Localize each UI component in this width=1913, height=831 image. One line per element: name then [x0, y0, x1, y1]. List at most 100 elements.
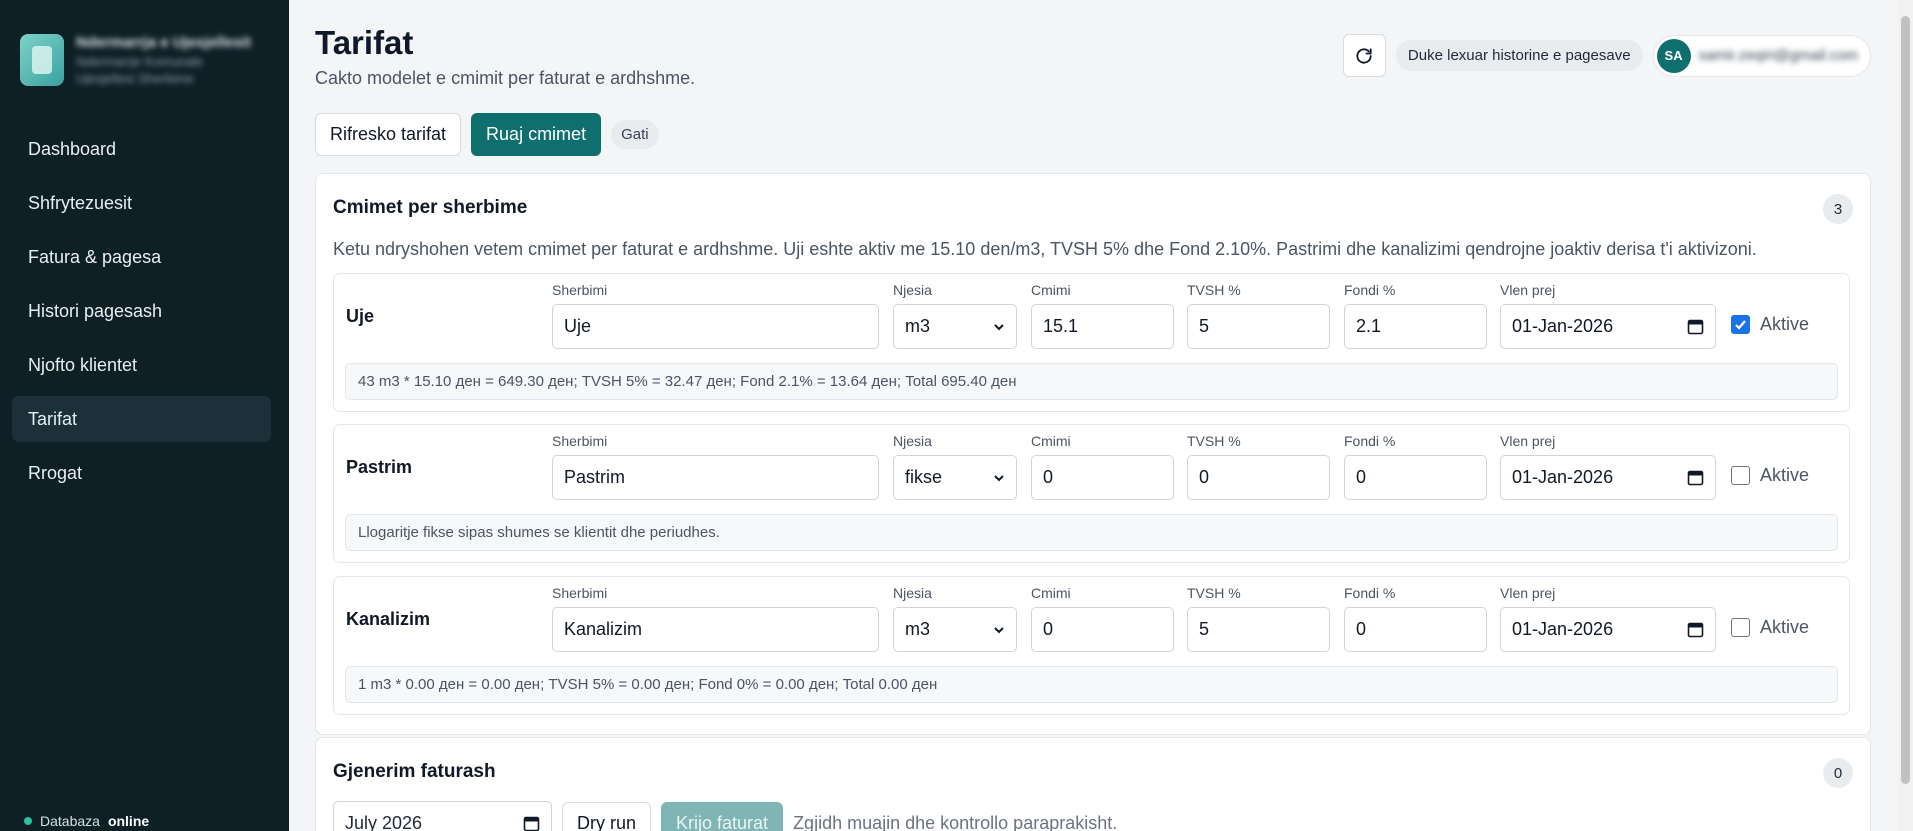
user-email: samir.zeqiri@gmail.com [1698, 47, 1858, 64]
fund-field: Fondi % 2.1 [1344, 282, 1487, 349]
price-input[interactable]: 0 [1031, 607, 1174, 652]
fund-input[interactable]: 0 [1344, 607, 1487, 652]
input-value: Pastrim [564, 467, 626, 487]
valid-from-field: Vlen prej 01-Jan-2026 [1500, 585, 1716, 652]
calendar-icon[interactable] [1687, 621, 1704, 638]
brand-name: Ndermarrja e Ujesjellesit [76, 34, 252, 51]
input-value: Uje [564, 316, 592, 336]
input-value: 0 [1356, 619, 1367, 639]
service-field: Sherbimi Uje [552, 282, 879, 349]
database-state: online [107, 813, 150, 829]
sidebar-item-salaries[interactable]: Rrogat [12, 450, 271, 496]
valid-from-field: Vlen prej 01-Jan-2026 [1500, 433, 1716, 500]
service-row-sewage: Kanalizim Sherbimi Kanalizim Njesia m3 C… [333, 576, 1850, 715]
save-prices-button[interactable]: Ruaj cmimet [471, 113, 602, 156]
input-value: 0 [1356, 467, 1367, 487]
calendar-icon[interactable] [1687, 318, 1704, 335]
page-subtitle: Cakto modelet e cmimit per faturat e ard… [315, 68, 696, 88]
sidebar-item-tariffs[interactable]: Tarifat [12, 396, 271, 442]
active-toggle[interactable]: Aktive [1731, 314, 1809, 335]
active-label: Aktive [1760, 314, 1810, 334]
service-name-input[interactable]: Kanalizim [552, 607, 879, 652]
scrollbar[interactable] [1898, 0, 1913, 831]
active-label: Aktive [1760, 465, 1810, 485]
active-checkbox[interactable] [1731, 618, 1750, 637]
input-value: Kanalizim [564, 619, 643, 639]
fund-input[interactable]: 0 [1344, 455, 1487, 500]
service-row-cleaning: Pastrim Sherbimi Pastrim Njesia fikse Cm… [333, 424, 1850, 563]
active-toggle[interactable]: Aktive [1731, 465, 1809, 486]
unit-select[interactable]: m3 [893, 304, 1017, 349]
vat-input[interactable]: 5 [1187, 607, 1330, 652]
field-label: Vlen prej [1500, 282, 1556, 298]
valid-from-date-input[interactable]: 01-Jan-2026 [1500, 455, 1716, 500]
user-menu[interactable]: SA samir.zeqiri@gmail.com [1652, 34, 1871, 77]
status-badge: Gati [611, 120, 659, 149]
active-toggle[interactable]: Aktive [1731, 617, 1809, 638]
brand-text: Ndermarrja e Ujesjellesit Ndermarrje Kom… [76, 34, 251, 86]
sidebar-item-notify-clients[interactable]: Njofto klientet [12, 342, 271, 388]
card-title: Cmimet per sherbime [333, 197, 528, 218]
vat-input[interactable]: 5 [1187, 304, 1330, 349]
active-checkbox[interactable] [1731, 315, 1750, 334]
reload-button[interactable] [1342, 34, 1386, 77]
unit-select[interactable]: m3 [893, 607, 1017, 652]
input-value: 5 [1199, 316, 1210, 336]
field-label: Njesia [893, 433, 932, 449]
field-label: Fondi % [1344, 433, 1396, 449]
field-label: Sherbimi [552, 585, 608, 601]
input-value: 0 [1043, 619, 1054, 639]
refresh-tariffs-button[interactable]: Rifresko tarifat [315, 113, 462, 156]
active-checkbox[interactable] [1731, 466, 1750, 485]
count-badge: 3 [1823, 194, 1853, 224]
field-label: Fondi % [1344, 585, 1396, 601]
invoice-generation-card: Gjenerim faturash 0 July 2026 Dry run Kr… [315, 737, 1871, 831]
calendar-icon[interactable] [523, 815, 540, 831]
fund-input[interactable]: 2.1 [1344, 304, 1487, 349]
sidebar-item-invoices[interactable]: Fatura & pagesa [12, 234, 271, 280]
select-value: m3 [905, 619, 931, 639]
input-value: 01-Jan-2026 [1512, 619, 1614, 639]
field-label: TVSH % [1187, 433, 1241, 449]
card-title: Gjenerim faturash [333, 761, 496, 782]
month-input[interactable]: July 2026 [333, 801, 552, 831]
valid-from-date-input[interactable]: 01-Jan-2026 [1500, 607, 1716, 652]
field-label: Sherbimi [552, 282, 608, 298]
service-title: Pastrim [346, 457, 413, 477]
unit-select[interactable]: fikse [893, 455, 1017, 500]
service-name-input[interactable]: Pastrim [552, 455, 879, 500]
input-value: 01-Jan-2026 [1512, 467, 1614, 487]
input-value: 01-Jan-2026 [1512, 316, 1614, 336]
page-title: Tarifat [315, 24, 414, 61]
unit-field: Njesia m3 [893, 282, 1017, 349]
calculation-preview: 43 m3 * 15.10 ден = 649.30 ден; TVSH 5% … [345, 363, 1838, 400]
dry-run-button[interactable]: Dry run [562, 802, 652, 831]
generation-controls: July 2026 Dry run Krijo faturat Zgjidh m… [333, 801, 1117, 831]
valid-from-date-input[interactable]: 01-Jan-2026 [1500, 304, 1716, 349]
vat-field: TVSH % 5 [1187, 282, 1330, 349]
field-label: Cmimi [1031, 433, 1071, 449]
vat-input[interactable]: 0 [1187, 455, 1330, 500]
chevron-down-icon [994, 474, 1004, 481]
field-label: Njesia [893, 585, 932, 601]
price-field: Cmimi 0 [1031, 585, 1174, 652]
price-input[interactable]: 15.1 [1031, 304, 1174, 349]
calculation-preview: Llogaritje fikse sipas shumes se klienti… [345, 514, 1838, 551]
price-field: Cmimi 0 [1031, 433, 1174, 500]
sidebar-item-dashboard[interactable]: Dashboard [12, 126, 271, 172]
select-value: fikse [905, 467, 943, 487]
price-input[interactable]: 0 [1031, 455, 1174, 500]
scrollbar-thumb[interactable] [1901, 16, 1910, 784]
field-label: Njesia [893, 282, 932, 298]
service-name-input[interactable]: Uje [552, 304, 879, 349]
create-invoices-button[interactable]: Krijo faturat [661, 802, 784, 831]
brand: Ndermarrja e Ujesjellesit Ndermarrje Kom… [20, 34, 251, 86]
sidebar-item-payment-history[interactable]: Histori pagesash [12, 288, 271, 334]
avatar: SA [1656, 38, 1691, 73]
prices-card: Cmimet per sherbime 3 Ketu ndryshohen ve… [315, 173, 1871, 735]
calendar-icon[interactable] [1687, 469, 1704, 486]
service-field: Sherbimi Kanalizim [552, 585, 879, 652]
field-label: TVSH % [1187, 282, 1241, 298]
sidebar-item-users[interactable]: Shfrytezuesit [12, 180, 271, 226]
brand-logo [20, 34, 64, 86]
